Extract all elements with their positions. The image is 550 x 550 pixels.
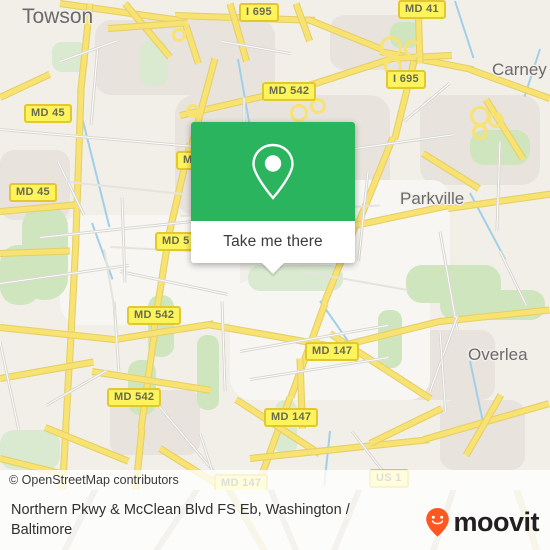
arterial-road bbox=[0, 71, 52, 101]
attribution-text: © OpenStreetMap contributors bbox=[9, 473, 179, 487]
arterial-road bbox=[0, 324, 120, 344]
shield-md147: MD 147 bbox=[305, 342, 360, 361]
place-label-towson: Towson bbox=[22, 5, 94, 28]
interchange-ramp bbox=[404, 40, 422, 58]
shield-md542: MD 542 bbox=[262, 82, 317, 101]
take-me-there-label[interactable]: Take me there bbox=[191, 221, 355, 263]
shield-md41: MD 41 bbox=[398, 0, 446, 19]
interchange-ramp bbox=[172, 28, 186, 42]
moovit-wordmark: moovit bbox=[453, 506, 539, 537]
page-footer: Northern Pkwy & McClean Blvd FS Eb, Wash… bbox=[0, 490, 550, 550]
interchange-ramp bbox=[488, 112, 504, 128]
map-pin-icon bbox=[252, 143, 294, 200]
interchange-ramp bbox=[186, 104, 200, 118]
map-page: Towson Carney Parkville Overlea I 695 MD… bbox=[0, 0, 550, 550]
shield-md45: MD 45 bbox=[9, 183, 57, 202]
stop-title: Northern Pkwy & McClean Blvd FS Eb, Wash… bbox=[11, 502, 350, 538]
shield-md542: MD 542 bbox=[127, 306, 182, 325]
minor-road bbox=[0, 341, 21, 430]
place-label-carney: Carney bbox=[492, 60, 547, 79]
moovit-pin-icon bbox=[426, 508, 450, 537]
arterial-road bbox=[0, 358, 95, 382]
minor-road bbox=[45, 369, 108, 407]
interchange-ramp bbox=[470, 106, 490, 126]
shield-i695: I 695 bbox=[386, 70, 426, 89]
interchange-ramp bbox=[290, 104, 308, 122]
place-label-parkville: Parkville bbox=[400, 189, 465, 208]
stream bbox=[454, 0, 475, 59]
interchange-ramp bbox=[472, 124, 488, 140]
park-area bbox=[197, 335, 219, 410]
location-popup-card[interactable]: Take me there bbox=[191, 122, 355, 274]
shield-md542: MD 542 bbox=[107, 388, 162, 407]
place-label-overlea: Overlea bbox=[468, 345, 528, 364]
moovit-logo[interactable]: moovit bbox=[425, 507, 539, 537]
map-attribution: © OpenStreetMap contributors bbox=[0, 470, 550, 490]
shield-md45: MD 45 bbox=[24, 104, 72, 123]
popup-pointer bbox=[262, 263, 284, 274]
map-canvas[interactable]: Towson Carney Parkville Overlea I 695 MD… bbox=[0, 0, 550, 490]
shield-i695: I 695 bbox=[239, 3, 279, 22]
popup-image-header bbox=[191, 122, 355, 221]
shield-md147: MD 147 bbox=[264, 408, 319, 427]
interchange-ramp bbox=[380, 36, 402, 58]
